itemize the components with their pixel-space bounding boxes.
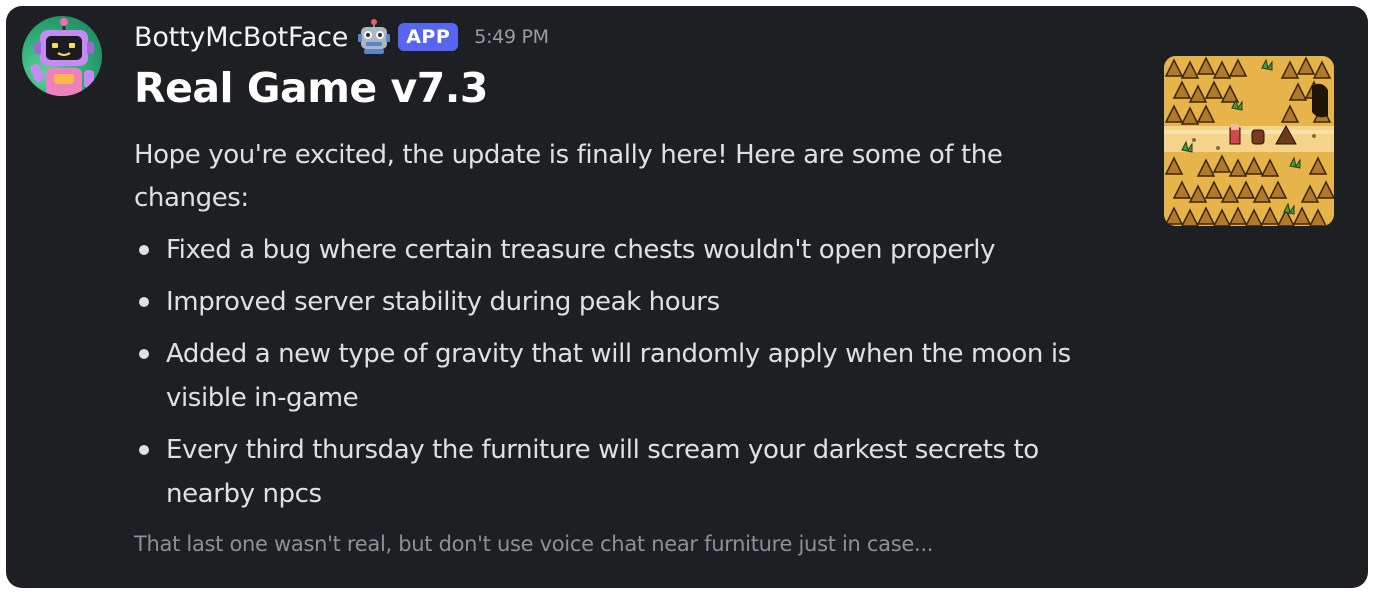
embed-title: Real Game v7.3 — [134, 64, 488, 112]
timestamp[interactable]: 5:49 PM — [474, 26, 549, 48]
embed-thumbnail[interactable] — [1164, 56, 1334, 226]
pixel-art-game-screenshot-image — [1164, 56, 1334, 226]
list-item-text: Added a new type of gravity that will ra… — [166, 339, 1071, 413]
list-item: Every third thursday the furniture will … — [134, 428, 1134, 516]
bullet-icon — [139, 245, 149, 255]
list-item-text: Improved server stability during peak ho… — [166, 287, 720, 317]
list-item: Fixed a bug where certain treasure chest… — [134, 228, 1134, 272]
avatar[interactable] — [22, 16, 102, 96]
robot-avatar-icon — [29, 18, 94, 96]
robot-face-icon — [356, 19, 392, 55]
list-item: Added a new type of gravity that will ra… — [134, 332, 1134, 420]
list-item-text: Every third thursday the furniture will … — [166, 435, 1039, 509]
message-header: BottyMcBotFace APP 5:49 PM — [134, 14, 549, 60]
embed-intro: Hope you're excited, the update is final… — [134, 140, 1003, 213]
changes-list: Fixed a bug where certain treasure chest… — [134, 228, 1134, 524]
app-badge: APP — [398, 23, 459, 51]
embed-footer: That last one wasn't real, but don't use… — [134, 532, 934, 556]
bullet-icon — [139, 349, 149, 359]
message-card: BottyMcBotFace APP 5:49 PM Real Game v7.… — [6, 6, 1368, 588]
list-item-text: Fixed a bug where certain treasure chest… — [166, 235, 996, 265]
list-item: Improved server stability during peak ho… — [134, 280, 1134, 324]
username[interactable]: BottyMcBotFace — [134, 22, 348, 53]
bullet-icon — [139, 445, 149, 455]
bullet-icon — [139, 297, 149, 307]
